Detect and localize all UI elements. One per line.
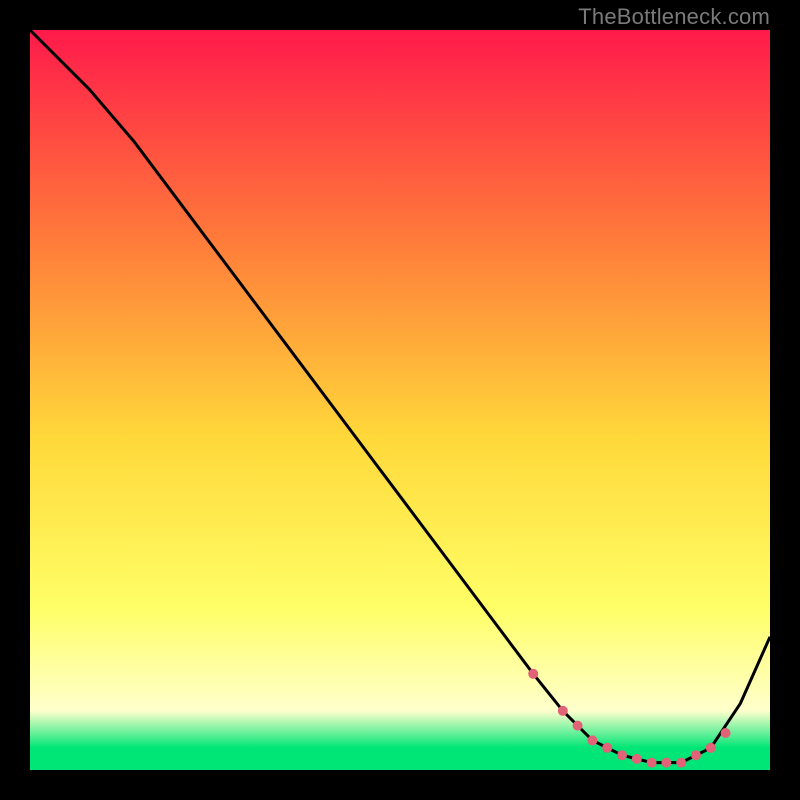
highlight-dot <box>706 743 716 753</box>
watermark-text: TheBottleneck.com <box>578 4 770 30</box>
highlight-dot <box>676 758 686 768</box>
highlight-dot <box>573 721 583 731</box>
highlight-dot <box>632 754 642 764</box>
highlight-dot <box>602 743 612 753</box>
highlight-dot <box>661 758 671 768</box>
chart-frame <box>30 30 770 770</box>
highlight-dot <box>647 758 657 768</box>
bottleneck-chart <box>30 30 770 770</box>
highlight-dot <box>691 750 701 760</box>
highlight-dot <box>558 706 568 716</box>
highlight-dot <box>528 669 538 679</box>
highlight-dot <box>721 728 731 738</box>
highlight-dot <box>617 750 627 760</box>
highlight-dot <box>587 735 597 745</box>
gradient-bg <box>30 30 770 770</box>
